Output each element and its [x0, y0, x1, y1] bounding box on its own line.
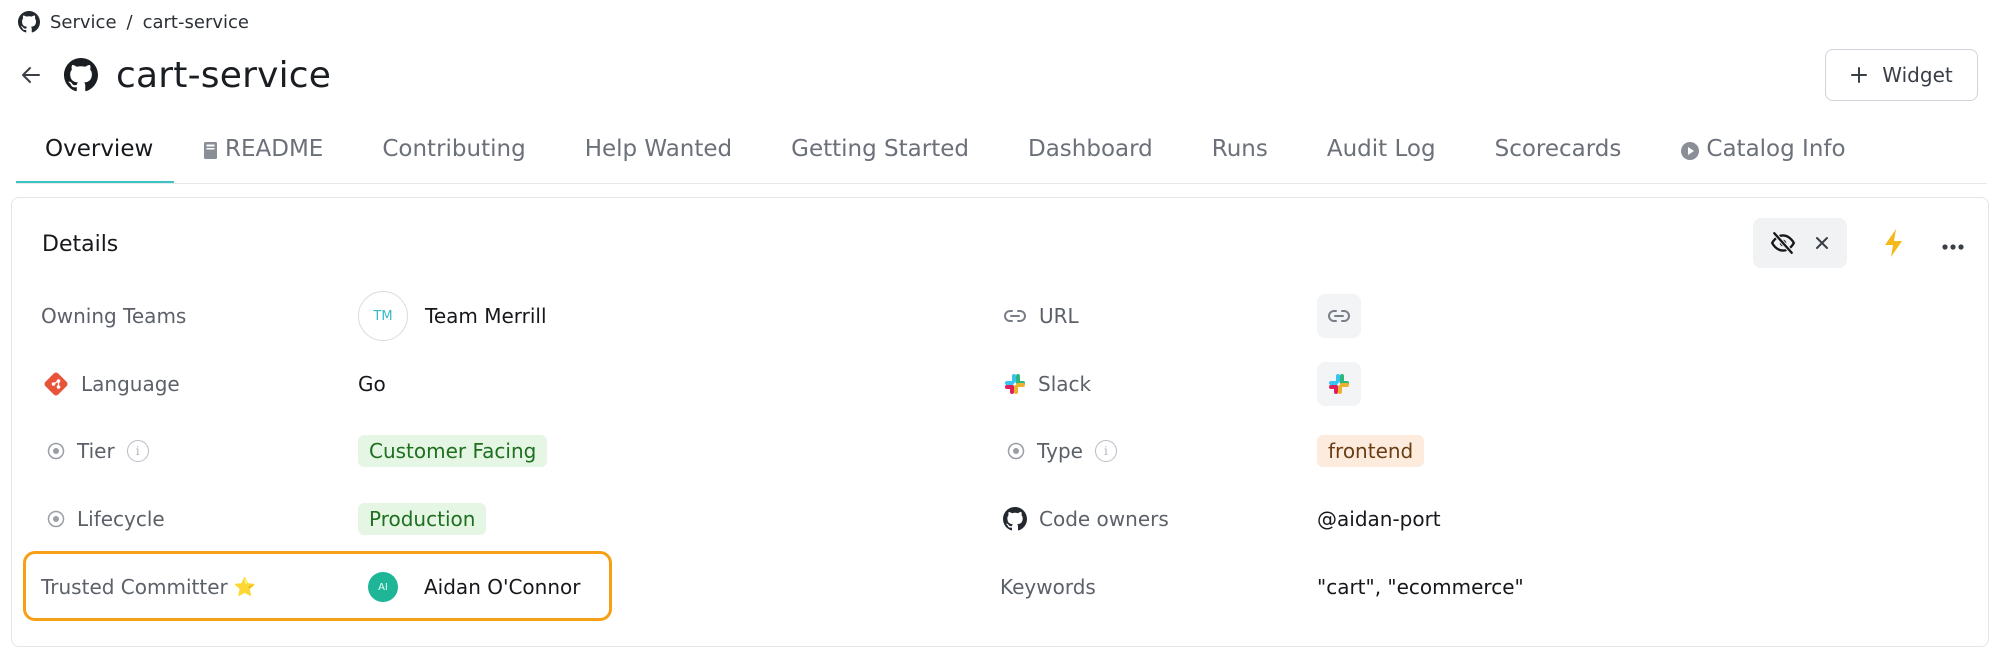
tab-help-wanted[interactable]: Help Wanted: [585, 124, 732, 184]
type-tag: frontend: [1317, 435, 1425, 467]
lifecycle-label: Lifecycle: [47, 504, 165, 534]
language-value: Go: [358, 372, 386, 396]
tab-label: Dashboard: [1027, 136, 1153, 162]
breadcrumb-root[interactable]: Service: [50, 12, 117, 33]
owning-teams-label: Owning Teams: [41, 301, 186, 331]
trusted-committer-name[interactable]: Aidan O'Connor: [424, 575, 580, 599]
add-widget-button[interactable]: Widget: [1825, 49, 1978, 101]
tab-audit-log[interactable]: Audit Log: [1327, 124, 1436, 184]
play-circle-icon: [1681, 142, 1700, 160]
language-label-text: Language: [81, 372, 180, 396]
trusted-committer-label: Trusted Committer ⭐: [41, 572, 256, 602]
owning-teams-value[interactable]: TM Team Merrill: [358, 291, 547, 341]
tab-label: Scorecards: [1494, 136, 1622, 162]
target-icon: [47, 442, 65, 460]
owning-team-name[interactable]: Team Merrill: [425, 304, 547, 328]
type-label-text: Type: [1037, 439, 1083, 463]
code-owners-value[interactable]: @aidan-port: [1317, 504, 1441, 534]
tab-readme[interactable]: README: [203, 124, 323, 184]
tab-runs[interactable]: Runs: [1212, 124, 1268, 184]
info-icon[interactable]: i: [1094, 440, 1117, 462]
tier-tag: Customer Facing: [358, 435, 548, 467]
back-arrow-icon[interactable]: [18, 62, 44, 88]
tab-label: Catalog Info: [1706, 136, 1846, 162]
link-icon: [1004, 310, 1026, 322]
details-title: Details: [42, 232, 119, 257]
tier-label: Tier i: [47, 436, 149, 466]
page-title: cart-service: [116, 54, 332, 96]
keywords-label-text: Keywords: [1000, 575, 1096, 599]
tab-label: Getting Started: [791, 136, 969, 162]
tab-label: Contributing: [382, 136, 526, 162]
slack-icon: [1329, 374, 1349, 394]
tab-label: Help Wanted: [584, 136, 733, 162]
slack-label: Slack: [1004, 369, 1091, 399]
trusted-committer-value[interactable]: AI Aidan O'Connor: [368, 572, 580, 602]
github-icon: [64, 58, 98, 92]
keywords-value: "cart", "ecommerce": [1317, 575, 1524, 599]
tier-value: Customer Facing: [358, 435, 548, 467]
lifecycle-label-text: Lifecycle: [77, 507, 165, 531]
target-icon: [47, 510, 65, 528]
url-value: [1317, 294, 1361, 338]
type-label: Type i: [1007, 436, 1117, 466]
tab-label: Runs: [1211, 136, 1268, 162]
info-icon[interactable]: i: [126, 440, 149, 462]
tab-overview[interactable]: Overview: [16, 124, 174, 184]
widget-button-label: Widget: [1882, 63, 1953, 87]
url-label: URL: [1003, 301, 1079, 331]
book-icon: [204, 142, 217, 159]
plus-icon: [1851, 67, 1868, 83]
breadcrumb-separator: /: [126, 11, 133, 33]
tab-contributing[interactable]: Contributing: [382, 124, 525, 184]
code-owners-label: Code owners: [1003, 504, 1169, 534]
link-button[interactable]: [1317, 294, 1361, 338]
tier-label-text: Tier: [77, 439, 115, 463]
trusted-committer-label-text: Trusted Committer: [41, 575, 228, 599]
language-label: Language: [43, 369, 180, 399]
lifecycle-tag: Production: [358, 503, 487, 535]
slack-value: [1317, 362, 1361, 406]
tab-dashboard[interactable]: Dashboard: [1028, 124, 1153, 184]
more-options-icon[interactable]: [1942, 236, 1964, 255]
lightning-icon[interactable]: [1883, 228, 1905, 262]
link-icon: [1328, 310, 1350, 322]
tab-label: Audit Log: [1326, 136, 1436, 162]
team-avatar: TM: [358, 291, 408, 341]
type-value: frontend: [1317, 435, 1425, 467]
user-avatar: AI: [368, 572, 398, 602]
card-toolbar: [1753, 218, 1847, 268]
tabs-divider: [16, 183, 1987, 184]
tab-label: Overview: [45, 136, 154, 162]
tab-catalog-info[interactable]: Catalog Info: [1680, 124, 1846, 184]
breadcrumb: Service / cart-service: [18, 10, 249, 34]
close-icon[interactable]: [1814, 235, 1830, 251]
breadcrumb-current: cart-service: [142, 11, 249, 33]
tab-label: README: [225, 136, 324, 162]
slack-label-text: Slack: [1038, 372, 1092, 396]
lifecycle-value: Production: [358, 503, 487, 535]
target-icon: [1007, 442, 1025, 460]
title-row: cart-service: [18, 50, 331, 100]
owning-teams-label-text: Owning Teams: [41, 304, 187, 328]
eye-off-icon[interactable]: [1770, 230, 1796, 256]
url-label-text: URL: [1039, 304, 1079, 328]
slack-icon: [1005, 374, 1025, 394]
tab-getting-started[interactable]: Getting Started: [791, 124, 969, 184]
star-icon: ⭐: [233, 576, 257, 598]
github-icon: [18, 11, 40, 33]
slack-button[interactable]: [1317, 362, 1361, 406]
tab-scorecards[interactable]: Scorecards: [1495, 124, 1622, 184]
git-icon: [44, 372, 68, 396]
github-icon: [1003, 507, 1027, 531]
tab-bar: Overview README Contributing Help Wanted…: [16, 124, 1846, 184]
code-owners-label-text: Code owners: [1039, 507, 1169, 531]
keywords-label: Keywords: [1000, 572, 1096, 602]
